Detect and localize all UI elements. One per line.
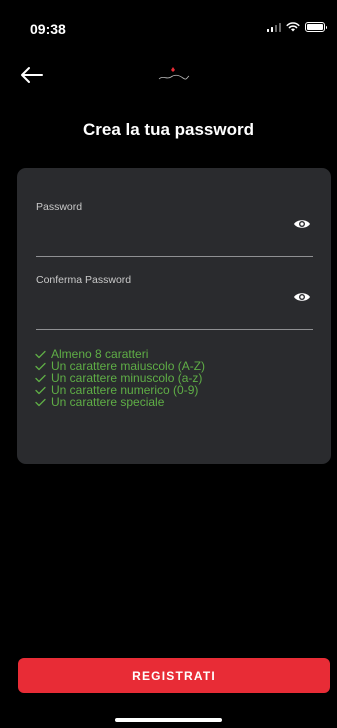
password-label: Password <box>36 201 83 213</box>
status-bar: 09:38 <box>0 0 337 44</box>
brand-logo-icon <box>158 67 190 80</box>
arrow-left-icon <box>21 67 43 83</box>
password-requirements-list: Almeno 8 caratteri Un carattere maiuscol… <box>35 348 205 408</box>
back-button[interactable] <box>18 64 46 86</box>
password-form-card: Password Conferma Password Almeno 8 cara… <box>17 168 331 464</box>
checkmark-icon <box>35 350 46 358</box>
checkmark-icon <box>35 386 46 394</box>
eye-icon[interactable] <box>293 218 311 230</box>
battery-icon <box>305 22 327 32</box>
signal-icon <box>266 22 281 32</box>
wifi-icon <box>286 22 300 32</box>
status-time: 09:38 <box>30 21 66 37</box>
password-underline <box>36 256 313 257</box>
confirm-password-field: Conferma Password <box>36 274 313 330</box>
password-field: Password <box>36 201 313 257</box>
checkmark-icon <box>35 398 46 406</box>
requirement-special: Un carattere speciale <box>35 396 205 408</box>
register-button[interactable]: REGISTRATI <box>18 658 330 693</box>
requirement-label: Un carattere speciale <box>51 395 165 409</box>
confirm-password-label: Conferma Password <box>36 274 132 286</box>
page-title: Crea la tua password <box>82 120 254 139</box>
home-indicator <box>115 718 222 722</box>
status-icons <box>266 22 327 32</box>
checkmark-icon <box>35 362 46 370</box>
checkmark-icon <box>35 374 46 382</box>
password-input[interactable] <box>36 219 281 243</box>
confirm-password-input[interactable] <box>36 292 281 316</box>
eye-icon[interactable] <box>293 291 311 303</box>
confirm-password-underline <box>36 329 313 330</box>
